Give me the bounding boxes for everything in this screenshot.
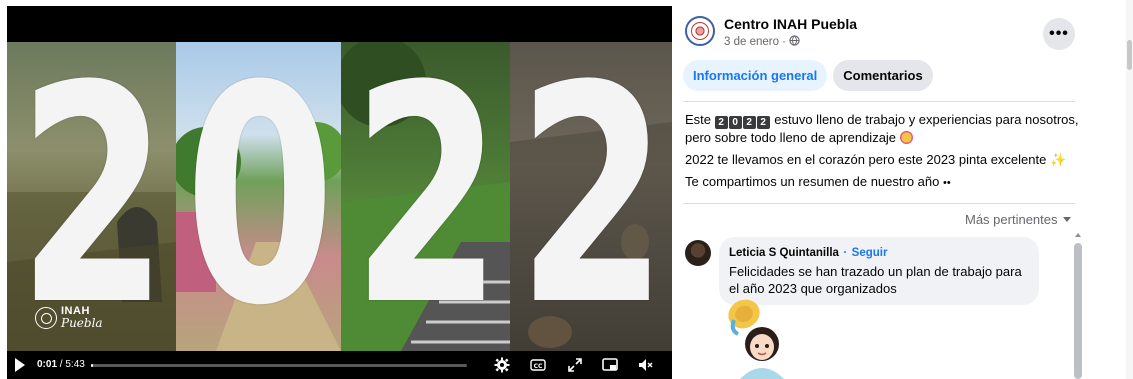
- tab-informacion-general[interactable]: Información general: [683, 60, 828, 91]
- post-line-3-text: Te compartimos un resumen de nuestro año: [685, 174, 940, 189]
- year-box-2: 0: [728, 116, 742, 129]
- post-date[interactable]: 3 de enero ·: [724, 35, 800, 48]
- page-scrollbar[interactable]: [1126, 0, 1133, 379]
- post-body: Este 2022 estuvo lleno de trabajo y expe…: [685, 111, 1080, 196]
- post-line-2: 2022 te llevamos en el corazón pero este…: [685, 151, 1080, 169]
- post-details-pane: Centro INAH Puebla 3 de enero · ••• Info…: [675, 0, 1083, 379]
- page-name[interactable]: Centro INAH Puebla: [724, 16, 857, 32]
- year-box-1: 2: [714, 116, 728, 129]
- year-box-3: 2: [742, 116, 756, 129]
- comments-scrollbar[interactable]: [1073, 233, 1083, 379]
- year-digit-3: 2: [351, 21, 502, 371]
- picture-in-picture-icon[interactable]: [601, 356, 619, 374]
- eyes-icon: ••: [942, 177, 951, 189]
- commenter-avatar[interactable]: [685, 240, 711, 266]
- more-options-button[interactable]: •••: [1043, 18, 1075, 50]
- divider: [683, 203, 1075, 204]
- chevron-down-icon: [1062, 217, 1071, 222]
- settings-icon[interactable]: [493, 356, 511, 374]
- logo-line-2: Puebla: [61, 316, 103, 330]
- play-icon[interactable]: [15, 358, 25, 372]
- post-date-text: 3 de enero ·: [724, 36, 787, 48]
- follow-link[interactable]: Seguir: [852, 247, 888, 259]
- post-line-1-prefix: Este: [685, 112, 712, 127]
- comment-separator: ·: [843, 247, 848, 259]
- inah-emblem-icon: [35, 306, 57, 329]
- post-line-1: Este 2022 estuvo lleno de trabajo y expe…: [685, 111, 1080, 147]
- video-player[interactable]: 2 0 2 2 INAH Puebla 0:01 / 5:43 CC: [7, 6, 672, 379]
- time-total: / 5:43: [59, 359, 85, 370]
- page-root: 2 0 2 2 INAH Puebla 0:01 / 5:43 CC Centr…: [0, 0, 1133, 379]
- inah-emblem-icon: [691, 22, 709, 40]
- video-time: 0:01 / 5:43: [37, 359, 85, 370]
- sort-label: Más pertinentes: [965, 212, 1058, 227]
- year-digit-2: 0: [184, 21, 335, 371]
- comment-author[interactable]: Leticia S Quintanilla: [729, 247, 839, 259]
- inah-puebla-logo: INAH Puebla: [35, 306, 103, 329]
- volume-muted-icon[interactable]: [637, 356, 655, 374]
- video-controls: 0:01 / 5:43 CC: [7, 351, 672, 379]
- svg-text:CC: CC: [534, 363, 543, 370]
- scroll-up-icon[interactable]: [1075, 233, 1081, 237]
- seek-bar-progress: [91, 364, 93, 367]
- post-line-2-text: 2022 te llevamos en el corazón pero este…: [685, 152, 1047, 167]
- sparkles-icon: ✨: [1049, 152, 1067, 167]
- page-scrollbar-thumb[interactable]: [1127, 40, 1132, 70]
- divider: [683, 101, 1075, 102]
- post-line-3: Te compartimos un resumen de nuestro año…: [685, 173, 1080, 192]
- fullscreen-icon[interactable]: [566, 356, 584, 374]
- emoji-face-icon: [899, 131, 913, 144]
- year-digit-4: 2: [517, 21, 667, 371]
- scrollbar-thumb[interactable]: [1074, 243, 1082, 379]
- post-tabs: Información general Comentarios: [683, 60, 933, 91]
- sticker-image: [728, 299, 784, 379]
- time-current: 0:01: [37, 359, 58, 370]
- seek-bar[interactable]: [91, 364, 467, 367]
- page-avatar[interactable]: [685, 16, 715, 46]
- captions-icon[interactable]: CC: [529, 356, 547, 374]
- year-digit-1: 2: [17, 21, 168, 371]
- tab-comentarios[interactable]: Comentarios: [833, 60, 933, 91]
- globe-icon: [789, 35, 800, 46]
- comment-sort-dropdown[interactable]: Más pertinentes: [965, 212, 1071, 227]
- year-box-4: 2: [756, 116, 770, 129]
